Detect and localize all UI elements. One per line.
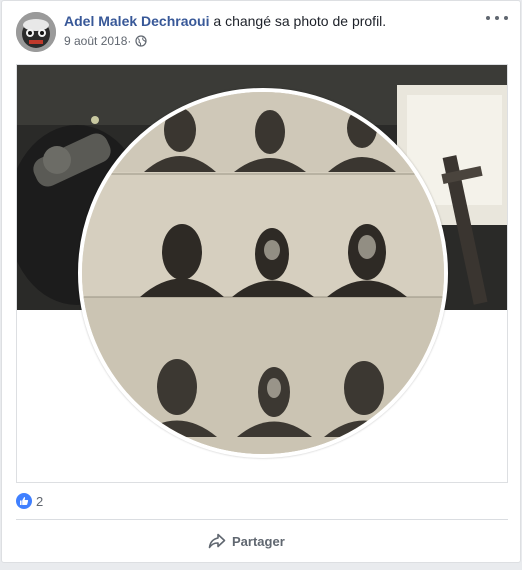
more-options-icon[interactable] (486, 11, 508, 25)
menu-dot (504, 16, 508, 20)
post-media[interactable] (16, 64, 508, 483)
post-action-text: a changé sa photo de profil. (209, 13, 387, 29)
post-card: Adel Malek Dechraoui a changé sa photo d… (1, 0, 521, 563)
share-icon (208, 533, 226, 549)
menu-dot (486, 16, 490, 20)
reaction-summary[interactable]: 2 (16, 493, 43, 509)
date-separator: · (127, 34, 132, 48)
post-meta: 9 août 2018 · (64, 34, 148, 48)
globe-icon[interactable] (135, 35, 148, 47)
post-date-link[interactable]: 9 août 2018 (64, 34, 127, 48)
share-label: Partager (232, 533, 285, 549)
like-reaction-icon (16, 493, 32, 509)
reaction-count: 2 (36, 493, 44, 509)
post-header-line: Adel Malek Dechraoui a changé sa photo d… (64, 13, 386, 29)
action-divider (16, 519, 508, 520)
author-avatar[interactable] (16, 12, 56, 52)
author-name-link[interactable]: Adel Malek Dechraoui (64, 13, 210, 29)
share-button[interactable]: Partager (208, 527, 285, 555)
profile-photo[interactable] (78, 88, 448, 458)
menu-dot (495, 16, 499, 20)
